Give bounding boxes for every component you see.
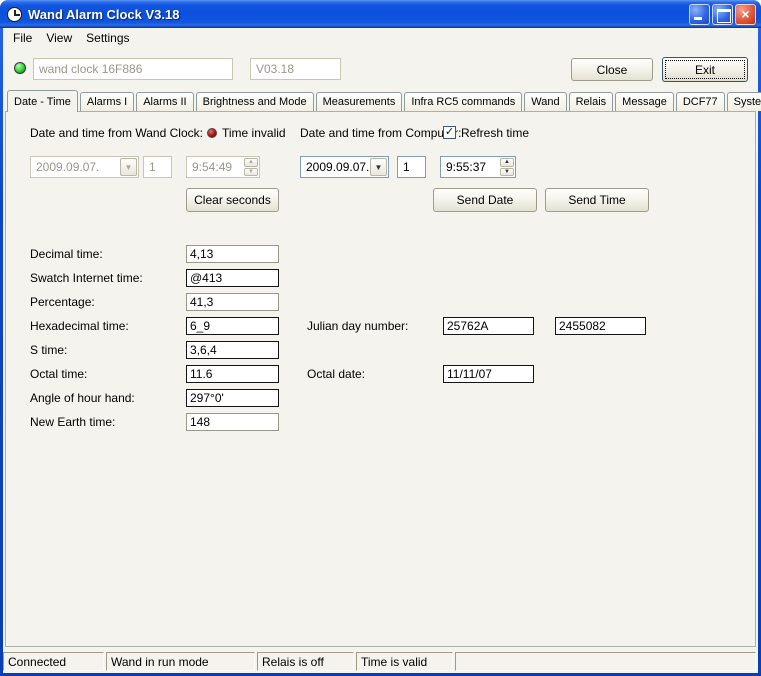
octal-time-label: Octal time:: [30, 367, 88, 381]
device-name-field: [33, 58, 233, 80]
wand-time-spinner: 9:54:49 ▲ ▼: [186, 156, 260, 178]
refresh-time-label: Refresh time: [461, 126, 530, 140]
minimize-button[interactable]: [689, 3, 710, 25]
tab-measurements[interactable]: Measurements: [315, 92, 403, 111]
menu-item-file[interactable]: File: [6, 29, 39, 47]
computer-day-field[interactable]: [397, 156, 426, 178]
time-invalid-label: Time invalid: [222, 126, 286, 140]
status-panel-connected: Connected: [3, 652, 104, 671]
wand-time-spin-buttons: ▲ ▼: [244, 157, 259, 177]
octal-date-field[interactable]: [443, 365, 534, 383]
titlebar: Wand Alarm Clock V3.18 ×: [0, 0, 761, 28]
chevron-down-icon: ▼: [120, 158, 137, 176]
spin-down-icon[interactable]: ▼: [500, 167, 514, 176]
spin-up-icon: ▲: [244, 158, 258, 167]
wand-date-value: 2009.09.07.: [36, 160, 100, 174]
tab-alarms-i[interactable]: Alarms I: [79, 92, 135, 111]
tab-date-time[interactable]: Date - Time: [7, 90, 78, 112]
computer-time-value: 9:55:37: [446, 160, 487, 174]
status-panel-relais: Relais is off: [257, 652, 354, 671]
computer-time-spin-buttons: ▲ ▼: [500, 157, 515, 177]
tab-dcf77[interactable]: DCF77: [675, 92, 725, 111]
tab-bar: Date - Time Alarms I Alarms II Brightnes…: [7, 90, 761, 112]
new-earth-time-field[interactable]: [186, 413, 279, 431]
computer-date-value: 2009.09.07.: [306, 160, 369, 174]
maximize-button[interactable]: [712, 3, 733, 25]
octal-date-label: Octal date:: [307, 367, 366, 381]
swatch-internet-time-label: Swatch Internet time:: [30, 271, 143, 285]
titlebar-close-button[interactable]: ×: [735, 3, 756, 25]
spin-up-icon[interactable]: ▲: [500, 158, 514, 167]
tab-infra-rc5-commands[interactable]: Infra RC5 commands: [404, 92, 523, 111]
status-panel-time-valid: Time is valid: [356, 652, 453, 671]
connection-led-icon: [14, 62, 26, 74]
tab-alarms-ii[interactable]: Alarms II: [136, 92, 194, 111]
angle-of-hour-hand-label: Angle of hour hand:: [30, 391, 135, 405]
computer-time-spinner[interactable]: 9:55:37 ▲ ▼: [440, 156, 516, 178]
wand-section-label: Date and time from Wand Clock:: [30, 126, 203, 140]
julian-day-hex-field[interactable]: [443, 317, 534, 335]
window-title: Wand Alarm Clock V3.18: [28, 6, 180, 22]
send-time-button[interactable]: Send Time: [545, 188, 649, 212]
percentage-label: Percentage:: [30, 295, 95, 309]
app-window: Wand Alarm Clock V3.18 × File View Setti…: [0, 0, 761, 676]
statusbar: Connected Wand in run mode Relais is off…: [3, 650, 758, 673]
tab-brightness-and-mode[interactable]: Brightness and Mode: [195, 92, 314, 111]
menu-item-view[interactable]: View: [39, 29, 79, 47]
chevron-down-icon[interactable]: ▼: [370, 158, 387, 176]
swatch-internet-time-field[interactable]: [186, 269, 279, 287]
firmware-version-field: [250, 58, 341, 80]
client-area: File View Settings Close Exit Date - Tim…: [3, 28, 761, 673]
julian-day-label: Julian day number:: [307, 319, 409, 333]
close-button[interactable]: Close: [571, 58, 653, 81]
percentage-field[interactable]: [186, 293, 279, 311]
angle-of-hour-hand-field[interactable]: [186, 389, 279, 407]
tab-message[interactable]: Message: [615, 92, 674, 111]
spin-down-icon: ▼: [244, 167, 258, 176]
s-time-label: S time:: [30, 343, 68, 357]
wand-day-field: [143, 156, 172, 178]
wand-date-combo: 2009.09.07. ▼: [30, 156, 139, 178]
tab-relais[interactable]: Relais: [568, 92, 614, 111]
tab-wand[interactable]: Wand: [524, 92, 567, 111]
status-panel-empty: [455, 652, 756, 671]
computer-date-combo[interactable]: 2009.09.07. ▼: [300, 156, 389, 178]
menubar: File View Settings: [3, 28, 758, 48]
send-date-button[interactable]: Send Date: [433, 188, 537, 212]
computer-section-label: Date and time from Computer:: [300, 126, 462, 140]
s-time-field[interactable]: [186, 341, 279, 359]
new-earth-time-label: New Earth time:: [30, 415, 116, 429]
hexadecimal-time-field[interactable]: [186, 317, 279, 335]
tab-system[interactable]: System: [726, 92, 761, 111]
clock-icon: [7, 6, 22, 22]
wand-time-value: 9:54:49: [192, 160, 233, 174]
time-invalid-led-icon: [207, 128, 217, 138]
menu-item-settings[interactable]: Settings: [79, 29, 136, 47]
titlebar-buttons: ×: [689, 3, 756, 25]
decimal-time-label: Decimal time:: [30, 247, 103, 261]
octal-time-field[interactable]: [186, 365, 279, 383]
julian-day-decimal-field[interactable]: [555, 317, 646, 335]
clear-seconds-button[interactable]: Clear seconds: [186, 188, 279, 212]
refresh-time-checkbox[interactable]: ✓: [443, 126, 456, 139]
exit-button[interactable]: Exit: [662, 57, 748, 82]
decimal-time-field[interactable]: [186, 245, 279, 263]
hexadecimal-time-label: Hexadecimal time:: [30, 319, 129, 333]
status-panel-run-mode: Wand in run mode: [106, 652, 255, 671]
check-icon: ✓: [444, 126, 455, 138]
